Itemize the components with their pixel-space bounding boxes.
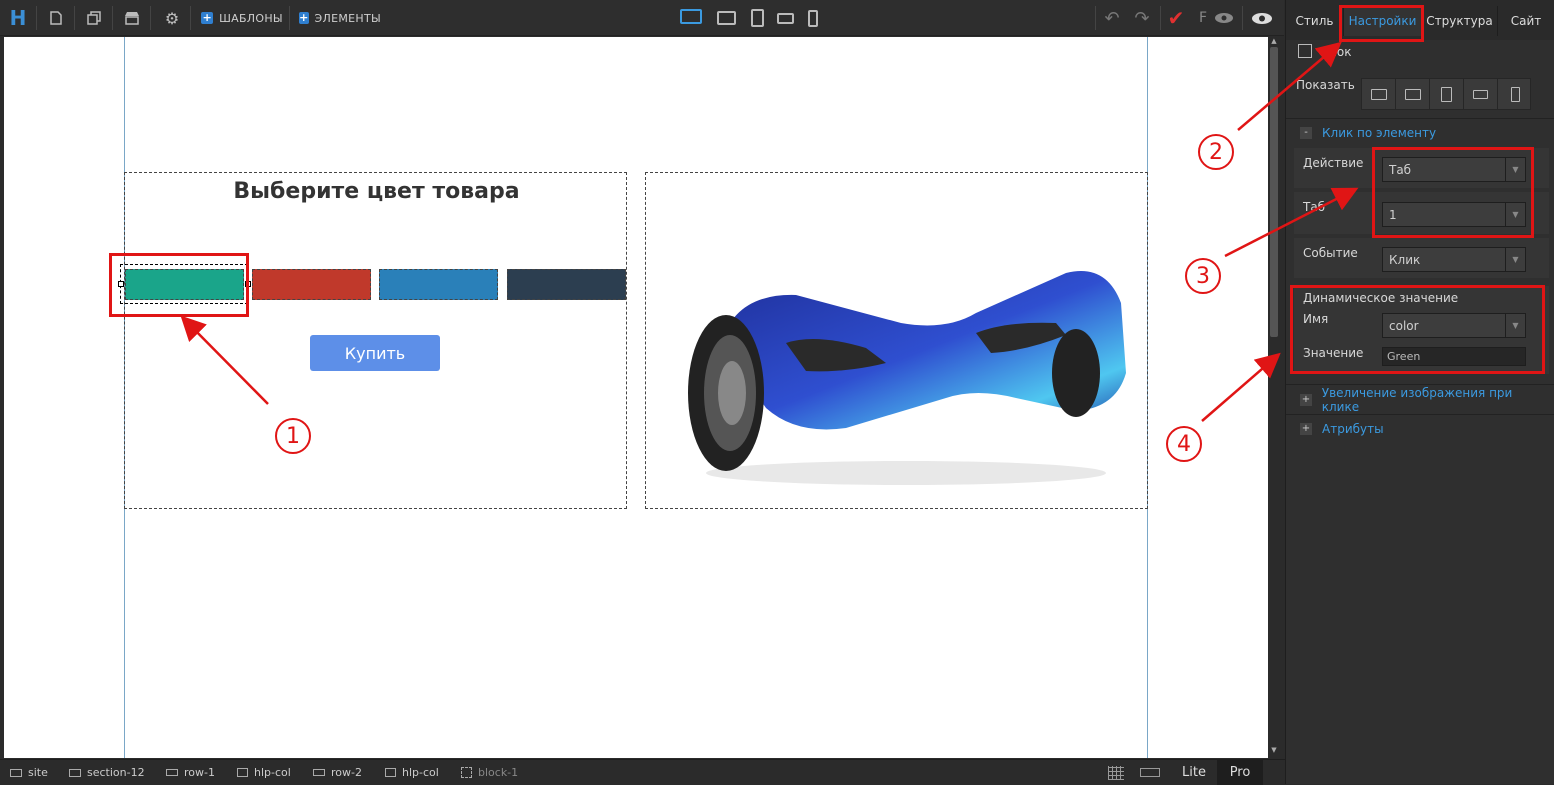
zoom-section-header[interactable]: + Увеличение изображения при клике: [1294, 386, 1549, 414]
gear-icon[interactable]: ⚙: [160, 0, 184, 36]
new-page-icon[interactable]: [44, 0, 68, 36]
action-label: Действие: [1303, 156, 1364, 170]
tablet-portrait-icon[interactable]: [751, 9, 764, 27]
breadcrumb-hlp-col-1[interactable]: hlp-col: [237, 760, 291, 785]
tab-label: Таб: [1303, 200, 1326, 214]
buy-button[interactable]: Купить: [310, 335, 440, 371]
divider: [112, 6, 113, 30]
grid-icon[interactable]: [1108, 766, 1124, 780]
logo-icon[interactable]: H: [6, 0, 30, 36]
breadcrumb-site[interactable]: site: [10, 760, 48, 785]
event-value: Клик: [1389, 252, 1421, 267]
redo-icon[interactable]: ↷: [1130, 0, 1154, 36]
tablet-landscape-visibility-icon[interactable]: [1396, 79, 1430, 109]
checkmark-icon[interactable]: ✔: [1164, 0, 1188, 36]
f-label[interactable]: F: [1196, 0, 1210, 36]
scroll-up-icon[interactable]: ▲: [1268, 37, 1280, 45]
swatch-blue[interactable]: [379, 269, 498, 300]
plus-icon: +: [201, 11, 214, 24]
divider: [74, 6, 75, 30]
swatch-dark[interactable]: [507, 269, 626, 300]
block-label: Блок: [1321, 45, 1352, 59]
top-toolbar: H ⚙ + ШАБЛОНЫ + ЭЛЕМЕНТЫ ↶ ↷ ✔ F: [0, 0, 1284, 36]
event-select[interactable]: Клик ▼: [1382, 247, 1526, 272]
block-icon: [1298, 44, 1312, 58]
annotation-highlight: [109, 253, 249, 317]
tablet-landscape-icon[interactable]: [717, 11, 736, 25]
duplicate-icon[interactable]: [82, 0, 106, 36]
editor-canvas[interactable]: Выберите цвет товара Купить: [4, 37, 1268, 758]
elements-button[interactable]: + ЭЛЕМЕНТЫ: [299, 0, 381, 36]
templates-button[interactable]: + ШАБЛОНЫ: [201, 0, 283, 36]
block-heading: Выберите цвет товара: [233, 179, 520, 204]
swatch-red[interactable]: [252, 269, 371, 300]
phone-portrait-icon[interactable]: [808, 10, 818, 27]
ruler-icon[interactable]: [1140, 768, 1160, 777]
tablet-portrait-visibility-icon[interactable]: [1430, 79, 1464, 109]
preview-eye-icon[interactable]: [1212, 0, 1236, 36]
breadcrumb-section[interactable]: section-12: [69, 760, 145, 785]
scroll-down-icon[interactable]: ▼: [1268, 746, 1280, 754]
divider: [1286, 118, 1554, 119]
breadcrumb-hlp-col-2[interactable]: hlp-col: [385, 760, 439, 785]
tab-structure[interactable]: Структура: [1422, 6, 1498, 36]
eye-icon[interactable]: [1248, 0, 1276, 36]
product-image-block[interactable]: [645, 172, 1148, 509]
divider: [1160, 6, 1161, 30]
breadcrumb-row-2[interactable]: row-2: [313, 760, 362, 785]
store-icon[interactable]: [120, 0, 144, 36]
collapse-icon: -: [1300, 127, 1312, 139]
desktop-visibility-icon[interactable]: [1362, 79, 1396, 109]
expand-icon: +: [1300, 423, 1312, 435]
event-label: Событие: [1303, 246, 1358, 260]
visibility-device-row: [1361, 78, 1531, 110]
annotation-highlight: [1339, 5, 1424, 42]
click-section-title: Клик по элементу: [1322, 126, 1437, 140]
divider: [36, 6, 37, 30]
undo-icon[interactable]: ↶: [1100, 0, 1124, 36]
click-section-header[interactable]: - Клик по элементу: [1294, 121, 1549, 145]
canvas-scrollbar[interactable]: ▲ ▼: [1268, 37, 1280, 758]
annotation-highlight: [1290, 285, 1545, 374]
scroll-thumb[interactable]: [1270, 47, 1278, 337]
chevron-down-icon: ▼: [1505, 248, 1525, 271]
attributes-section-title: Атрибуты: [1322, 422, 1384, 436]
tab-style[interactable]: Стиль: [1286, 6, 1344, 36]
divider: [1095, 6, 1096, 30]
lite-mode-button[interactable]: Lite: [1173, 760, 1215, 785]
templates-label: ШАБЛОНЫ: [219, 11, 283, 25]
settings-panel: Стиль Настройки Структура Сайт Блок Пока…: [1285, 0, 1554, 784]
expand-icon: +: [1300, 394, 1312, 406]
desktop-view-icon[interactable]: [680, 9, 702, 24]
color-choice-block[interactable]: Выберите цвет товара Купить: [118, 172, 627, 509]
divider: [190, 6, 191, 30]
phone-portrait-visibility-icon[interactable]: [1498, 79, 1532, 109]
annotation-number: 1: [275, 418, 311, 454]
elements-label: ЭЛЕМЕНТЫ: [314, 11, 381, 25]
annotation-highlight: [1372, 147, 1534, 238]
zoom-section-title: Увеличение изображения при клике: [1321, 386, 1513, 414]
divider: [289, 6, 290, 30]
annotation-number: 4: [1166, 426, 1202, 462]
plus-icon: +: [299, 11, 309, 24]
attributes-section-header[interactable]: + Атрибуты: [1294, 417, 1549, 441]
status-bar: site section-12 row-1 hlp-col row-2 hlp-…: [0, 759, 1285, 785]
divider: [1242, 6, 1243, 30]
hoverboard-image: [688, 271, 1126, 485]
annotation-number: 2: [1198, 134, 1234, 170]
breadcrumb-block[interactable]: block-1: [461, 760, 518, 785]
tab-site[interactable]: Сайт: [1498, 6, 1554, 36]
divider: [1286, 414, 1554, 415]
breadcrumb-row-1[interactable]: row-1: [166, 760, 215, 785]
show-label: Показать: [1296, 78, 1355, 92]
annotation-number: 3: [1185, 258, 1221, 294]
pro-mode-button[interactable]: Pro: [1217, 760, 1263, 785]
phone-landscape-icon[interactable]: [777, 13, 794, 24]
phone-landscape-visibility-icon[interactable]: [1464, 79, 1498, 109]
divider: [1286, 384, 1554, 385]
divider: [150, 6, 151, 30]
